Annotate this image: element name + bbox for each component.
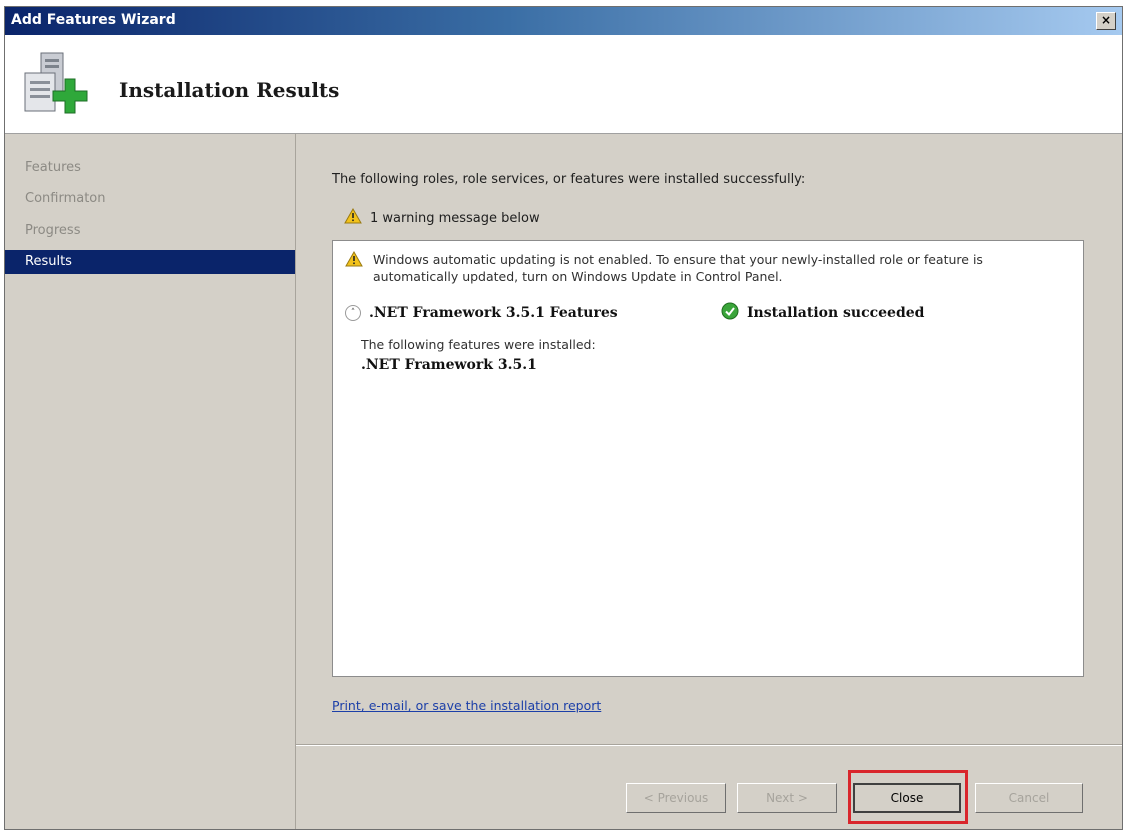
server-add-feature-icon xyxy=(21,51,93,121)
footer-divider xyxy=(296,744,1122,746)
next-button[interactable]: Next > xyxy=(737,783,837,813)
window-close-button[interactable]: × xyxy=(1096,12,1116,30)
sidebar-item-features[interactable]: Features xyxy=(5,156,295,180)
installed-features-label: The following features were installed: xyxy=(361,337,596,352)
window-title: Add Features Wizard xyxy=(11,12,176,28)
page-title: Installation Results xyxy=(119,78,340,102)
wizard-steps-sidebar: Features Confirmaton Progress Results xyxy=(5,134,296,829)
wizard-content: The following roles, role services, or f… xyxy=(296,134,1122,829)
results-panel[interactable]: Windows automatic updating is not enable… xyxy=(332,240,1084,677)
sidebar-item-progress[interactable]: Progress xyxy=(5,219,295,243)
sidebar-item-confirmation[interactable]: Confirmaton xyxy=(5,187,295,211)
warning-icon xyxy=(345,250,363,285)
warning-message-row: Windows automatic updating is not enable… xyxy=(345,250,1067,285)
feature-result-row: ˄ .NET Framework 3.5.1 Features Installa… xyxy=(345,301,1067,325)
status-text: Installation succeeded xyxy=(747,305,925,321)
installed-feature-item: .NET Framework 3.5.1 xyxy=(361,357,537,373)
wizard-window: Add Features Wizard × Installation Resul… xyxy=(4,6,1123,830)
collapse-chevron-icon[interactable]: ˄ xyxy=(345,305,361,321)
previous-button[interactable]: < Previous xyxy=(626,783,726,813)
cancel-button[interactable]: Cancel xyxy=(975,783,1083,813)
wizard-header: Installation Results xyxy=(5,35,1122,134)
warning-message-text: Windows automatic updating is not enable… xyxy=(373,252,983,284)
title-bar[interactable]: Add Features Wizard × xyxy=(5,7,1122,35)
feature-name: .NET Framework 3.5.1 Features xyxy=(369,305,618,321)
installation-report-link[interactable]: Print, e-mail, or save the installation … xyxy=(332,698,601,713)
close-button-highlight xyxy=(848,770,968,824)
intro-text: The following roles, role services, or f… xyxy=(332,172,806,187)
warning-icon xyxy=(344,207,362,228)
warning-summary: 1 warning message below xyxy=(344,207,540,228)
sidebar-item-results[interactable]: Results xyxy=(5,250,295,274)
warning-summary-text: 1 warning message below xyxy=(370,210,540,226)
install-status: Installation succeeded xyxy=(721,302,924,324)
success-check-icon xyxy=(721,302,739,324)
